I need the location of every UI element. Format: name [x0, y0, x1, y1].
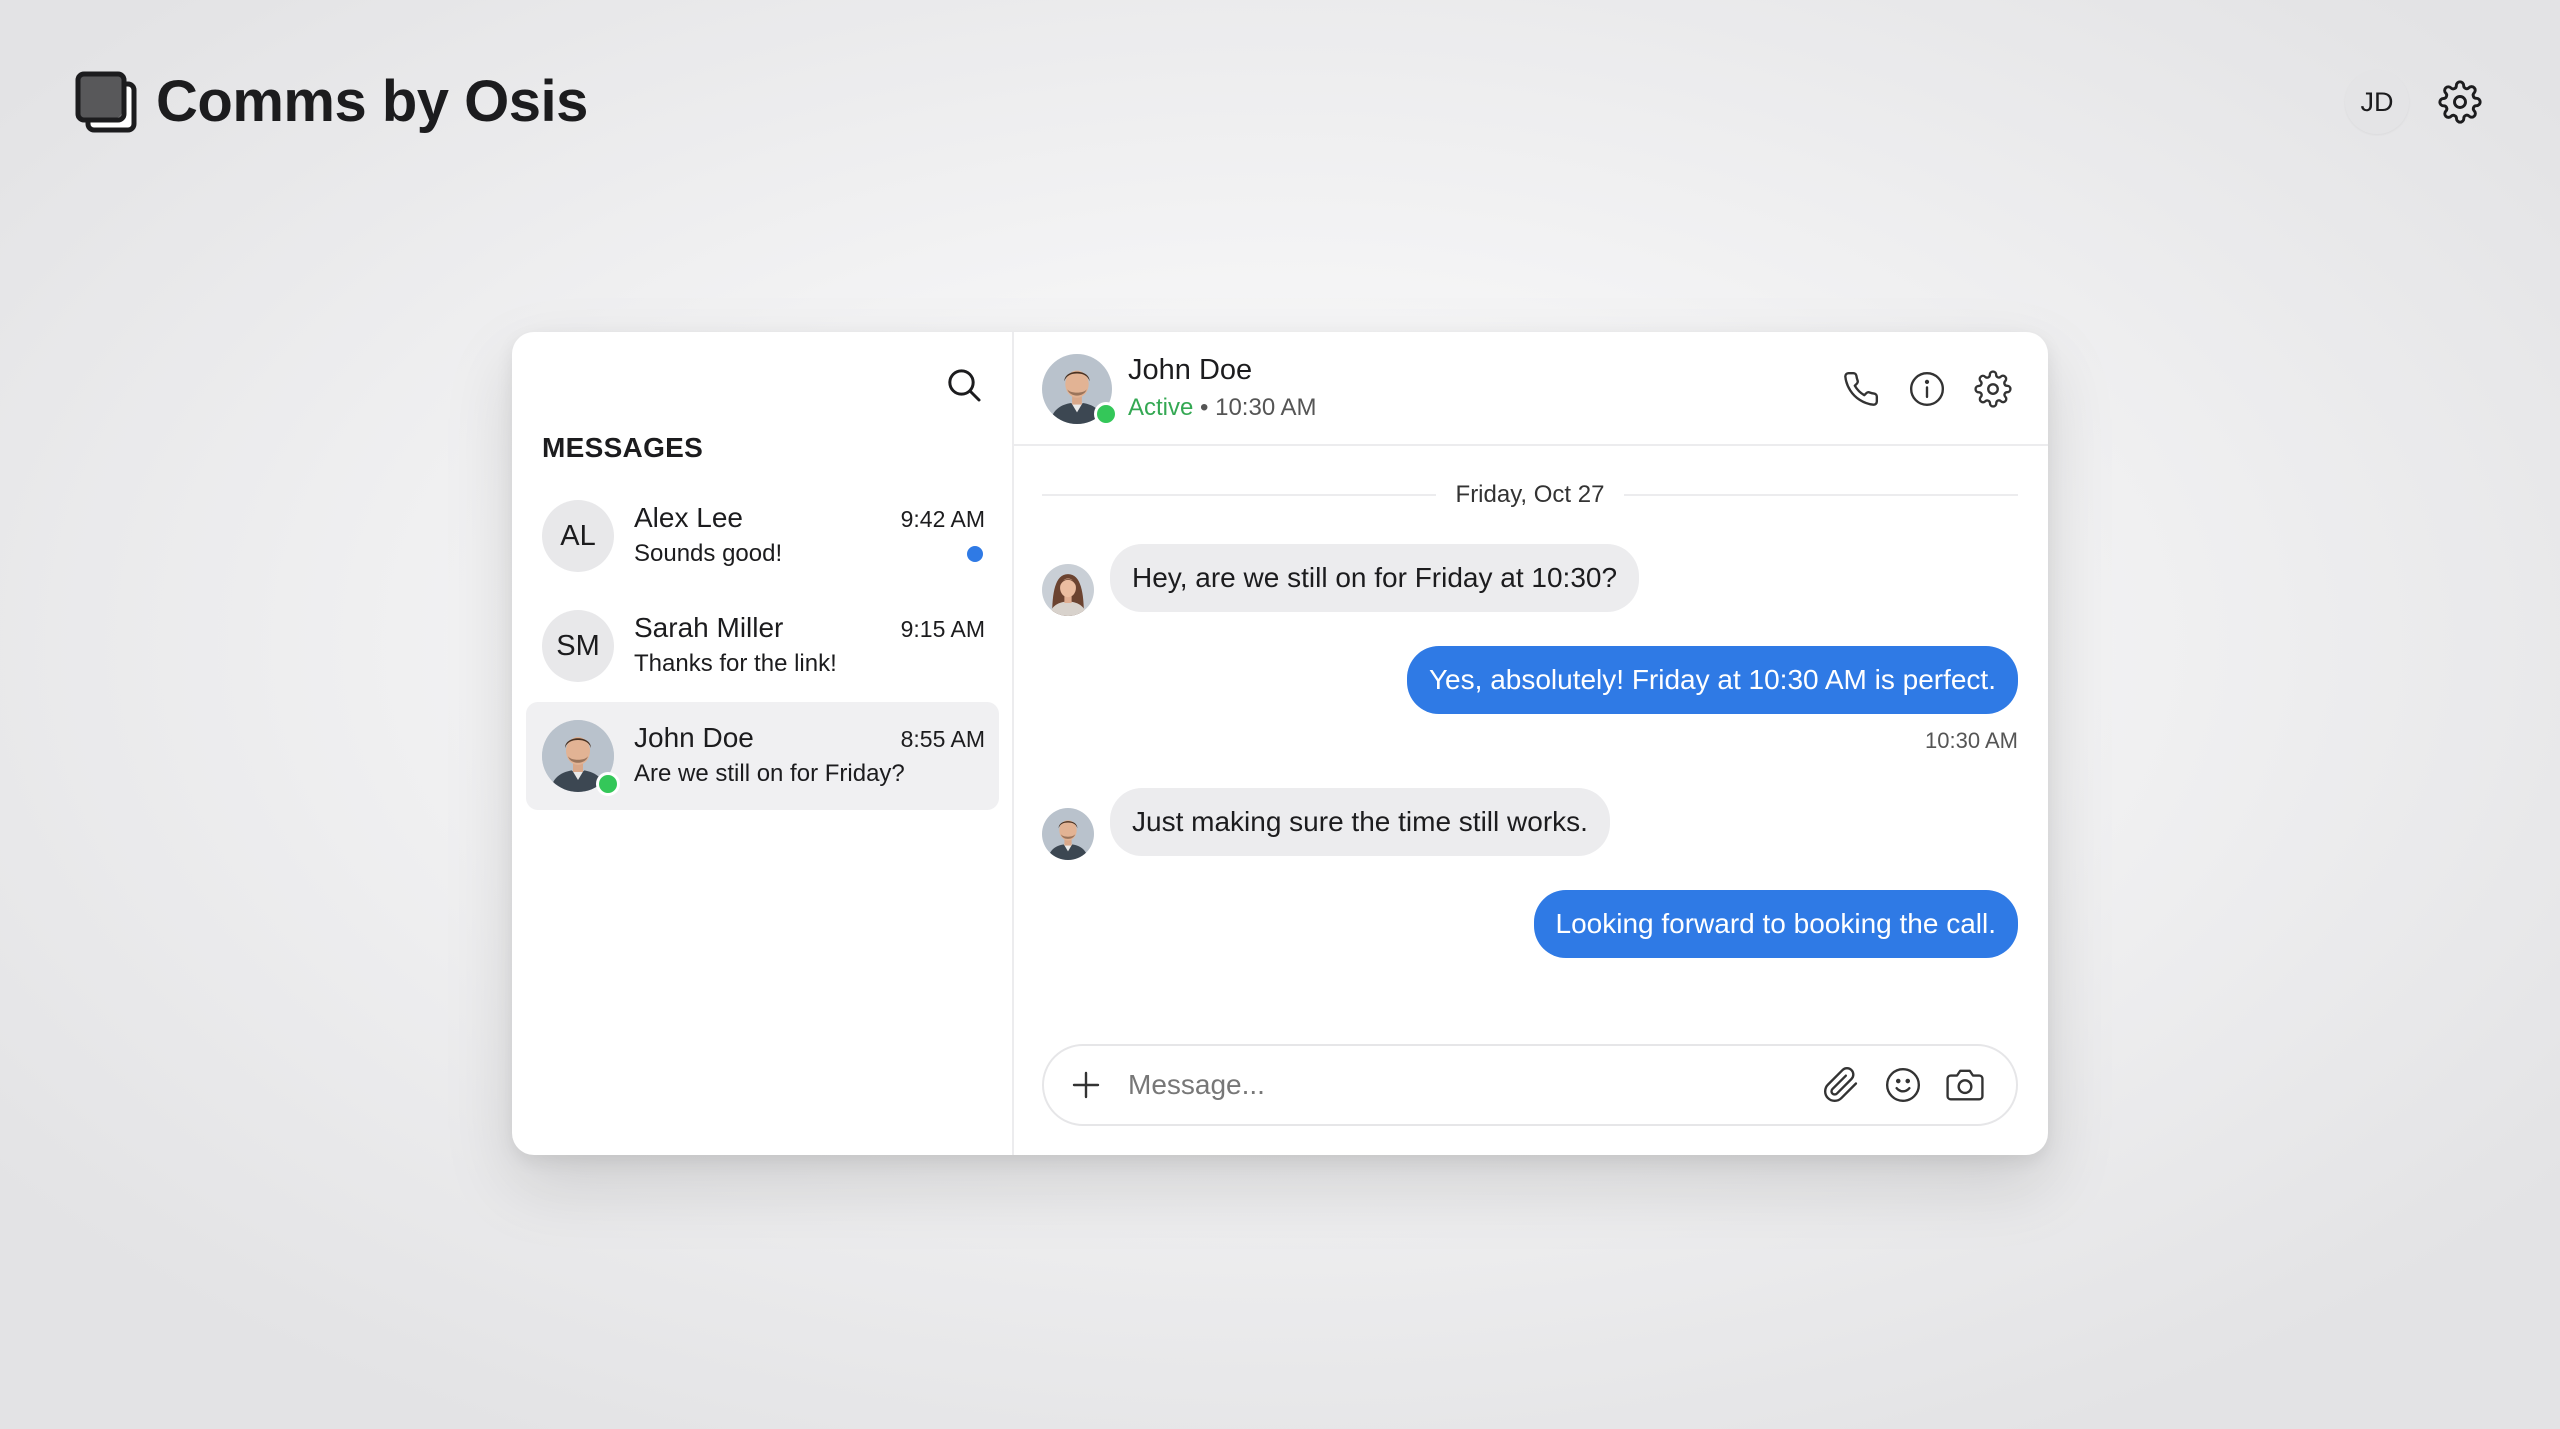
conversation-name: Sarah Miller	[634, 612, 784, 643]
message-bubble-incoming[interactable]: Just making sure the time still works.	[1110, 788, 1610, 856]
paperclip-icon[interactable]	[1822, 1066, 1860, 1104]
status-active: Active	[1128, 394, 1194, 421]
info-icon[interactable]	[1908, 370, 1946, 408]
messages-heading: MESSAGES	[542, 432, 704, 463]
conversation-name: John Doe	[634, 722, 754, 753]
conversation-name: Alex Lee	[634, 502, 743, 533]
camera-icon[interactable]	[1946, 1066, 1984, 1104]
conversation-preview: Thanks for the link!	[634, 650, 837, 677]
divider-line	[1624, 494, 2018, 496]
message-bubble-incoming[interactable]: Hey, are we still on for Friday at 10:30…	[1110, 544, 1640, 612]
message-bubble-outgoing[interactable]: Yes, absolutely! Friday at 10:30 AM is p…	[1406, 646, 2018, 714]
date-label: Friday, Oct 27	[1455, 481, 1605, 508]
conversation-preview: Are we still on for Friday?	[634, 760, 905, 787]
avatar: SM	[542, 610, 614, 682]
phone-icon[interactable]	[1842, 370, 1880, 408]
app-logo-icon	[75, 71, 137, 133]
message-timestamp: 10:30 AM	[1925, 728, 2018, 753]
contact-status: Active • 10:30 AM	[1128, 394, 1317, 422]
avatar: AL	[542, 500, 614, 572]
plus-icon[interactable]	[1068, 1067, 1104, 1103]
chat-header-actions	[1842, 370, 2012, 408]
app-title: Comms by Osis	[156, 69, 588, 134]
unread-indicator	[967, 546, 983, 562]
status-time: 10:30 AM	[1215, 394, 1317, 421]
settings-gear-icon[interactable]	[2438, 80, 2482, 124]
message-composer	[1042, 1044, 2018, 1126]
search-icon[interactable]	[944, 365, 984, 405]
conversation-time: 8:55 AM	[900, 726, 985, 752]
online-status-dot	[1094, 402, 1118, 426]
user-avatar[interactable]: JD	[2345, 70, 2409, 134]
conversation-item-sarah-miller[interactable]: SM Sarah Miller Thanks for the link! 9:1…	[526, 592, 999, 700]
contact-name: John Doe	[1128, 354, 1253, 386]
sender-avatar	[1042, 564, 1094, 616]
conversation-sidebar: MESSAGES AL Alex Lee Sounds good! 9:42 A…	[512, 332, 1014, 1155]
status-separator: •	[1193, 394, 1216, 421]
divider-line	[1042, 494, 1436, 496]
conversation-time: 9:15 AM	[900, 616, 985, 642]
chat-header: John Doe Active • 10:30 AM	[1014, 332, 2048, 446]
sender-avatar	[1042, 808, 1094, 860]
emoji-icon[interactable]	[1884, 1066, 1922, 1104]
conversation-time: 9:42 AM	[900, 506, 985, 532]
message-bubble-outgoing[interactable]: Looking forward to booking the call.	[1533, 890, 2018, 958]
date-divider: Friday, Oct 27	[1042, 480, 2018, 510]
chat-panel: John Doe Active • 10:30 AM Friday, Oct 2…	[1014, 332, 2048, 1155]
settings-gear-icon[interactable]	[1974, 370, 2012, 408]
messaging-window: MESSAGES AL Alex Lee Sounds good! 9:42 A…	[512, 332, 2048, 1155]
conversation-item-john-doe[interactable]: John Doe Are we still on for Friday? 8:5…	[526, 702, 999, 810]
conversation-item-alex-lee[interactable]: AL Alex Lee Sounds good! 9:42 AM	[526, 482, 999, 590]
conversation-preview: Sounds good!	[634, 540, 783, 567]
message-input[interactable]	[1128, 1046, 1808, 1124]
online-status-dot	[596, 772, 620, 796]
conversation-list: AL Alex Lee Sounds good! 9:42 AM SM Sara…	[526, 482, 999, 812]
